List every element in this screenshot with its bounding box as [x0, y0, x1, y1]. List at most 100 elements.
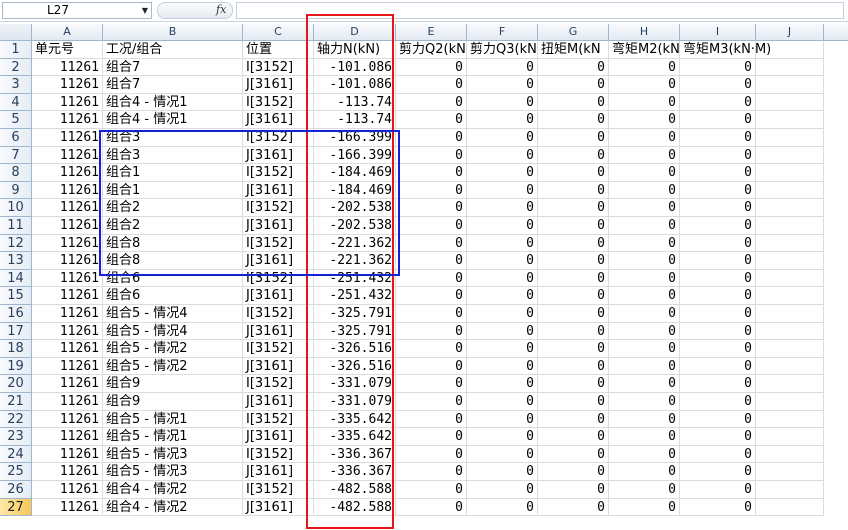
table-cell[interactable] — [756, 410, 824, 429]
formula-input[interactable] — [236, 2, 844, 19]
header-cell[interactable]: 剪力Q3(kN — [467, 41, 538, 59]
table-cell[interactable]: 0 — [609, 217, 680, 235]
table-cell[interactable]: 0 — [467, 199, 538, 217]
table-cell[interactable]: 0 — [609, 287, 680, 305]
table-cell[interactable]: -101.086 — [314, 58, 396, 77]
table-cell[interactable]: -251.432 — [314, 287, 396, 305]
table-cell[interactable]: -335.642 — [314, 410, 396, 429]
table-cell[interactable]: 0 — [467, 498, 538, 517]
table-cell[interactable]: 0 — [609, 234, 680, 253]
table-cell[interactable]: 0 — [467, 146, 538, 165]
table-cell[interactable]: 11261 — [32, 322, 103, 341]
row-header-17[interactable]: 17 — [0, 322, 32, 341]
table-cell[interactable]: 0 — [396, 199, 467, 217]
row-header-5[interactable]: 5 — [0, 111, 32, 129]
table-cell[interactable]: -336.367 — [314, 445, 396, 464]
table-cell[interactable]: 0 — [680, 111, 756, 129]
name-box[interactable]: L27 ▼ — [2, 2, 152, 19]
column-header-e[interactable]: E — [396, 24, 467, 40]
row-header-27[interactable]: 27 — [0, 498, 32, 517]
table-cell[interactable]: 0 — [396, 357, 467, 376]
table-cell[interactable]: 11261 — [32, 357, 103, 376]
table-cell[interactable]: 0 — [396, 340, 467, 358]
table-cell[interactable]: I[3152] — [243, 164, 314, 182]
header-cell[interactable]: 弯矩M2(kN — [609, 41, 680, 59]
table-cell[interactable]: 0 — [680, 164, 756, 182]
table-cell[interactable]: 0 — [680, 428, 756, 446]
table-cell[interactable] — [756, 129, 824, 147]
row-header-8[interactable]: 8 — [0, 164, 32, 182]
column-header-j[interactable]: J — [756, 24, 824, 40]
table-cell[interactable]: 0 — [467, 393, 538, 411]
table-cell[interactable]: 11261 — [32, 445, 103, 464]
table-cell[interactable]: 0 — [609, 146, 680, 165]
table-cell[interactable]: 0 — [680, 234, 756, 253]
row-header-2[interactable]: 2 — [0, 58, 32, 77]
table-cell[interactable]: 0 — [538, 129, 609, 147]
row-header-1[interactable]: 1 — [0, 41, 32, 59]
column-header-b[interactable]: B — [103, 24, 243, 40]
table-cell[interactable]: 组合2 — [103, 217, 243, 235]
table-cell[interactable]: 11261 — [32, 498, 103, 517]
header-cell[interactable]: 剪力Q2(kN — [396, 41, 467, 59]
table-cell[interactable]: J[3161] — [243, 146, 314, 165]
column-header-i[interactable]: I — [680, 24, 756, 40]
table-cell[interactable]: 0 — [396, 93, 467, 112]
table-cell[interactable]: 0 — [396, 252, 467, 270]
table-cell[interactable]: 0 — [467, 217, 538, 235]
table-cell[interactable]: I[3152] — [243, 340, 314, 358]
table-cell[interactable]: 0 — [467, 269, 538, 288]
table-cell[interactable] — [756, 217, 824, 235]
table-cell[interactable]: -331.079 — [314, 393, 396, 411]
table-cell[interactable]: 0 — [680, 463, 756, 481]
table-cell[interactable]: 0 — [396, 217, 467, 235]
table-cell[interactable]: -325.791 — [314, 322, 396, 341]
column-header-c[interactable]: C — [243, 24, 314, 40]
table-cell[interactable]: -221.362 — [314, 252, 396, 270]
table-cell[interactable]: 0 — [467, 481, 538, 499]
table-cell[interactable]: 组合5 - 情况2 — [103, 340, 243, 358]
table-cell[interactable]: 0 — [538, 93, 609, 112]
table-cell[interactable]: 组合3 — [103, 146, 243, 165]
table-cell[interactable]: 0 — [538, 111, 609, 129]
table-cell[interactable]: 11261 — [32, 76, 103, 94]
table-cell[interactable]: 11261 — [32, 481, 103, 499]
table-cell[interactable]: 0 — [680, 287, 756, 305]
row-header-23[interactable]: 23 — [0, 428, 32, 446]
row-header-15[interactable]: 15 — [0, 287, 32, 305]
table-cell[interactable] — [756, 287, 824, 305]
table-cell[interactable]: 0 — [680, 357, 756, 376]
table-cell[interactable]: 0 — [680, 445, 756, 464]
table-cell[interactable]: 11261 — [32, 269, 103, 288]
table-cell[interactable]: 11261 — [32, 234, 103, 253]
table-cell[interactable]: 组合5 - 情况3 — [103, 463, 243, 481]
table-cell[interactable]: 0 — [396, 287, 467, 305]
table-cell[interactable]: 0 — [396, 146, 467, 165]
table-cell[interactable]: 组合6 — [103, 287, 243, 305]
table-cell[interactable]: 组合4 - 情况2 — [103, 498, 243, 517]
column-header-a[interactable]: A — [32, 24, 103, 40]
table-cell[interactable]: 0 — [609, 428, 680, 446]
table-cell[interactable] — [756, 393, 824, 411]
table-cell[interactable]: 0 — [467, 463, 538, 481]
table-cell[interactable]: 0 — [538, 217, 609, 235]
row-header-12[interactable]: 12 — [0, 234, 32, 253]
table-cell[interactable]: -113.74 — [314, 111, 396, 129]
table-cell[interactable]: 0 — [609, 76, 680, 94]
table-cell[interactable]: 0 — [396, 129, 467, 147]
table-cell[interactable] — [756, 199, 824, 217]
table-cell[interactable]: 0 — [680, 252, 756, 270]
table-cell[interactable] — [756, 164, 824, 182]
table-cell[interactable]: 0 — [680, 181, 756, 200]
table-cell[interactable]: 0 — [396, 445, 467, 464]
table-cell[interactable]: 0 — [538, 234, 609, 253]
table-cell[interactable]: 0 — [538, 181, 609, 200]
table-cell[interactable] — [756, 322, 824, 341]
table-cell[interactable]: I[3152] — [243, 410, 314, 429]
table-cell[interactable] — [756, 357, 824, 376]
table-cell[interactable]: I[3152] — [243, 58, 314, 77]
table-cell[interactable]: 组合5 - 情况3 — [103, 445, 243, 464]
table-cell[interactable]: 0 — [396, 269, 467, 288]
table-cell[interactable]: -184.469 — [314, 181, 396, 200]
table-cell[interactable]: 组合8 — [103, 252, 243, 270]
